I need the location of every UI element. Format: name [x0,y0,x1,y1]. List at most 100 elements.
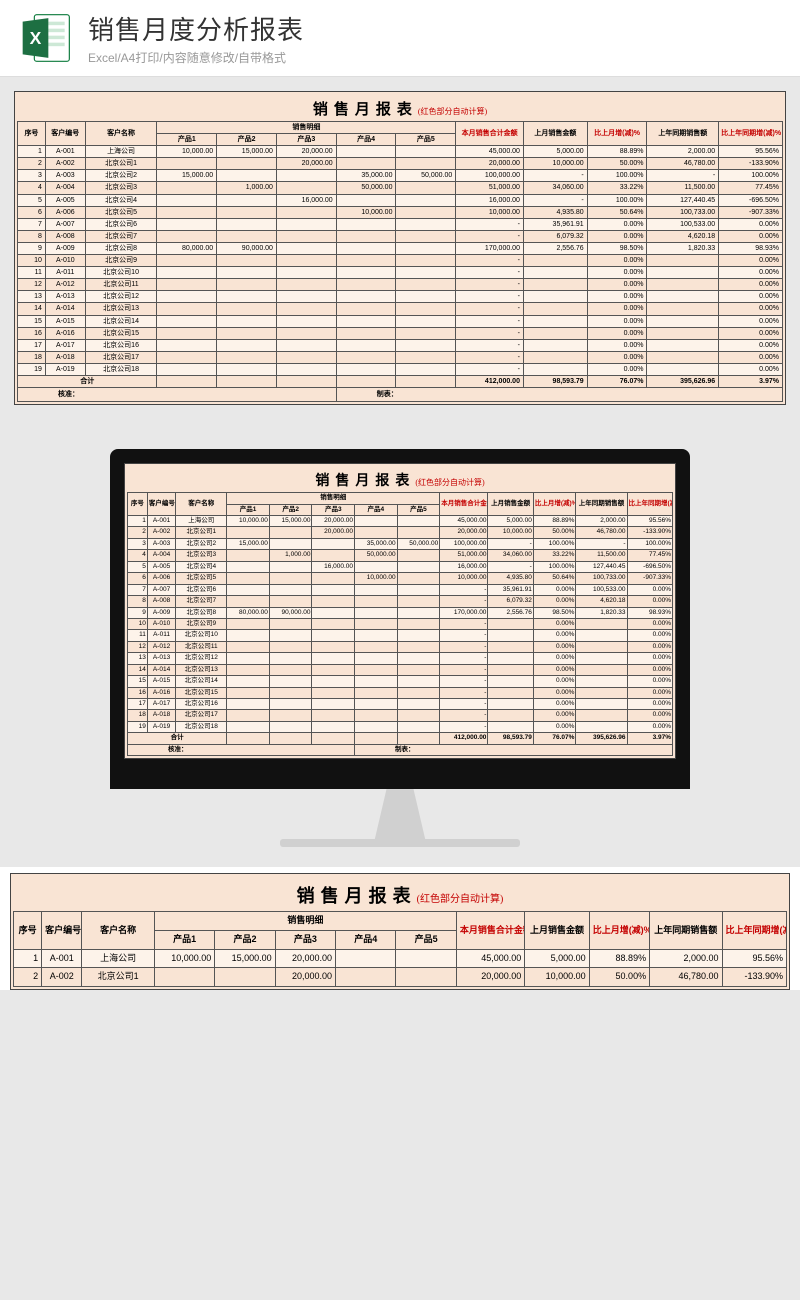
cell-yoy: 0.00% [627,596,672,607]
cell-seq: 4 [18,182,46,194]
cell-p5 [396,279,456,291]
cell-p2 [217,327,277,339]
table-row: 16A-016北京公司15-0.00%0.00% [128,687,673,698]
cell-p1 [227,687,270,698]
cell-last-year: 100,533.00 [576,584,627,595]
cell-id: A-017 [147,699,175,710]
cell-p1 [227,573,270,584]
cell-seq: 13 [18,291,46,303]
sheet-preview-top: 销售月报表(红色部分自动计算)序号客户编号客户名称销售明细本月销售合计金额上月销… [0,77,800,419]
totals-yoy: 3.97% [627,733,672,744]
th-p2: 产品2 [215,930,275,949]
cell-mom: 98.50% [587,242,647,254]
cell-last-month: 2,556.76 [488,607,533,618]
cell-total: - [456,363,524,375]
th-p3: 产品3 [276,134,336,146]
cell-name: 北京公司10 [176,630,227,641]
cell-seq: 4 [128,550,148,561]
cell-total: 100,000.00 [456,170,524,182]
cell-seq: 7 [18,218,46,230]
cell-name: 北京公司4 [85,194,157,206]
table-row: 14A-014北京公司13-0.00%0.00% [128,664,673,675]
cell-id: A-008 [45,230,85,242]
table-row: 10A-010北京公司9-0.00%0.00% [128,618,673,629]
cell-yoy: 0.00% [719,351,783,363]
cell-total: 45,000.00 [456,146,524,158]
cell-p4 [336,303,396,315]
cell-p2 [217,315,277,327]
th-p1: 产品1 [227,504,270,515]
cell-last-month [523,351,587,363]
table-row: 7A-007北京公司6-35,961.910.00%100,533.000.00… [18,218,783,230]
cell-name: 上海公司 [176,516,227,527]
cell-p4 [355,607,398,618]
cell-last-year [647,291,719,303]
maker-label: 制表： [336,388,782,402]
cell-name: 北京公司8 [176,607,227,618]
table-row: 6A-006北京公司510,000.0010,000.004,935.8050.… [128,573,673,584]
cell-seq: 3 [18,170,46,182]
cell-id: A-005 [147,561,175,572]
table-row: 5A-005北京公司416,000.0016,000.00-100.00%127… [18,194,783,206]
cell-last-month [523,291,587,303]
cell-p3 [276,170,336,182]
cell-total: - [440,687,488,698]
cell-p2 [269,710,312,721]
cell-name: 北京公司12 [176,653,227,664]
th-last-year: 上年同期销售额 [647,122,719,146]
sheet-subtitle: (红色部分自动计算) [418,107,487,116]
cell-last-year: 100,533.00 [647,218,719,230]
cell-total: 51,000.00 [440,550,488,561]
totals-ly: 395,626.96 [647,375,719,387]
cell-p5 [396,230,456,242]
cell-last-year [576,641,627,652]
cell-p3 [312,641,355,652]
cell-total: 100,000.00 [440,538,488,549]
cell-p2: 1,000.00 [269,550,312,561]
sheet-preview-bottom: 销售月报表(红色部分自动计算)序号客户编号客户名称销售明细本月销售合计金额上月销… [0,867,800,990]
cell-p4 [336,327,396,339]
cell-p2 [269,584,312,595]
th-last-month: 上月销售金额 [488,493,533,516]
cell-seq: 7 [128,584,148,595]
cell-total: 20,000.00 [456,158,524,170]
cell-seq: 8 [128,596,148,607]
cell-p4 [336,968,396,987]
cell-p2: 90,000.00 [269,607,312,618]
cell-p3 [312,607,355,618]
cell-last-month [523,339,587,351]
cell-p1 [157,206,217,218]
cell-p5: 50,000.00 [396,170,456,182]
cell-p4 [336,267,396,279]
cell-last-year [647,267,719,279]
cell-p1 [227,721,270,732]
cell-last-month [488,676,533,687]
cell-p5 [397,641,440,652]
cell-name: 北京公司8 [85,242,157,254]
cell-name: 北京公司17 [85,351,157,363]
cell-id: A-008 [147,596,175,607]
cell-p1: 15,000.00 [227,538,270,549]
cell-p3 [276,255,336,267]
cell-seq: 14 [18,303,46,315]
cell-seq: 1 [14,949,42,968]
spreadsheet: 销售月报表(红色部分自动计算)序号客户编号客户名称销售明细本月销售合计金额上月销… [124,463,676,759]
cell-last-month: - [523,170,587,182]
cell-total: - [440,721,488,732]
cell-id: A-006 [45,206,85,218]
cell-seq: 15 [18,315,46,327]
cell-p1 [157,363,217,375]
th-cust-name: 客户名称 [85,122,157,146]
cell-p4: 10,000.00 [355,573,398,584]
cell-p2 [269,630,312,641]
cell-id: A-015 [45,315,85,327]
cell-p4 [355,561,398,572]
sheet-title: 销售月报表(红色部分自动计算) [13,876,787,911]
cell-p5 [396,968,456,987]
cell-yoy: -696.50% [627,561,672,572]
cell-last-month [523,267,587,279]
cell-p5 [396,291,456,303]
cell-name: 北京公司14 [85,315,157,327]
cell-p3 [312,596,355,607]
cell-p3 [312,721,355,732]
